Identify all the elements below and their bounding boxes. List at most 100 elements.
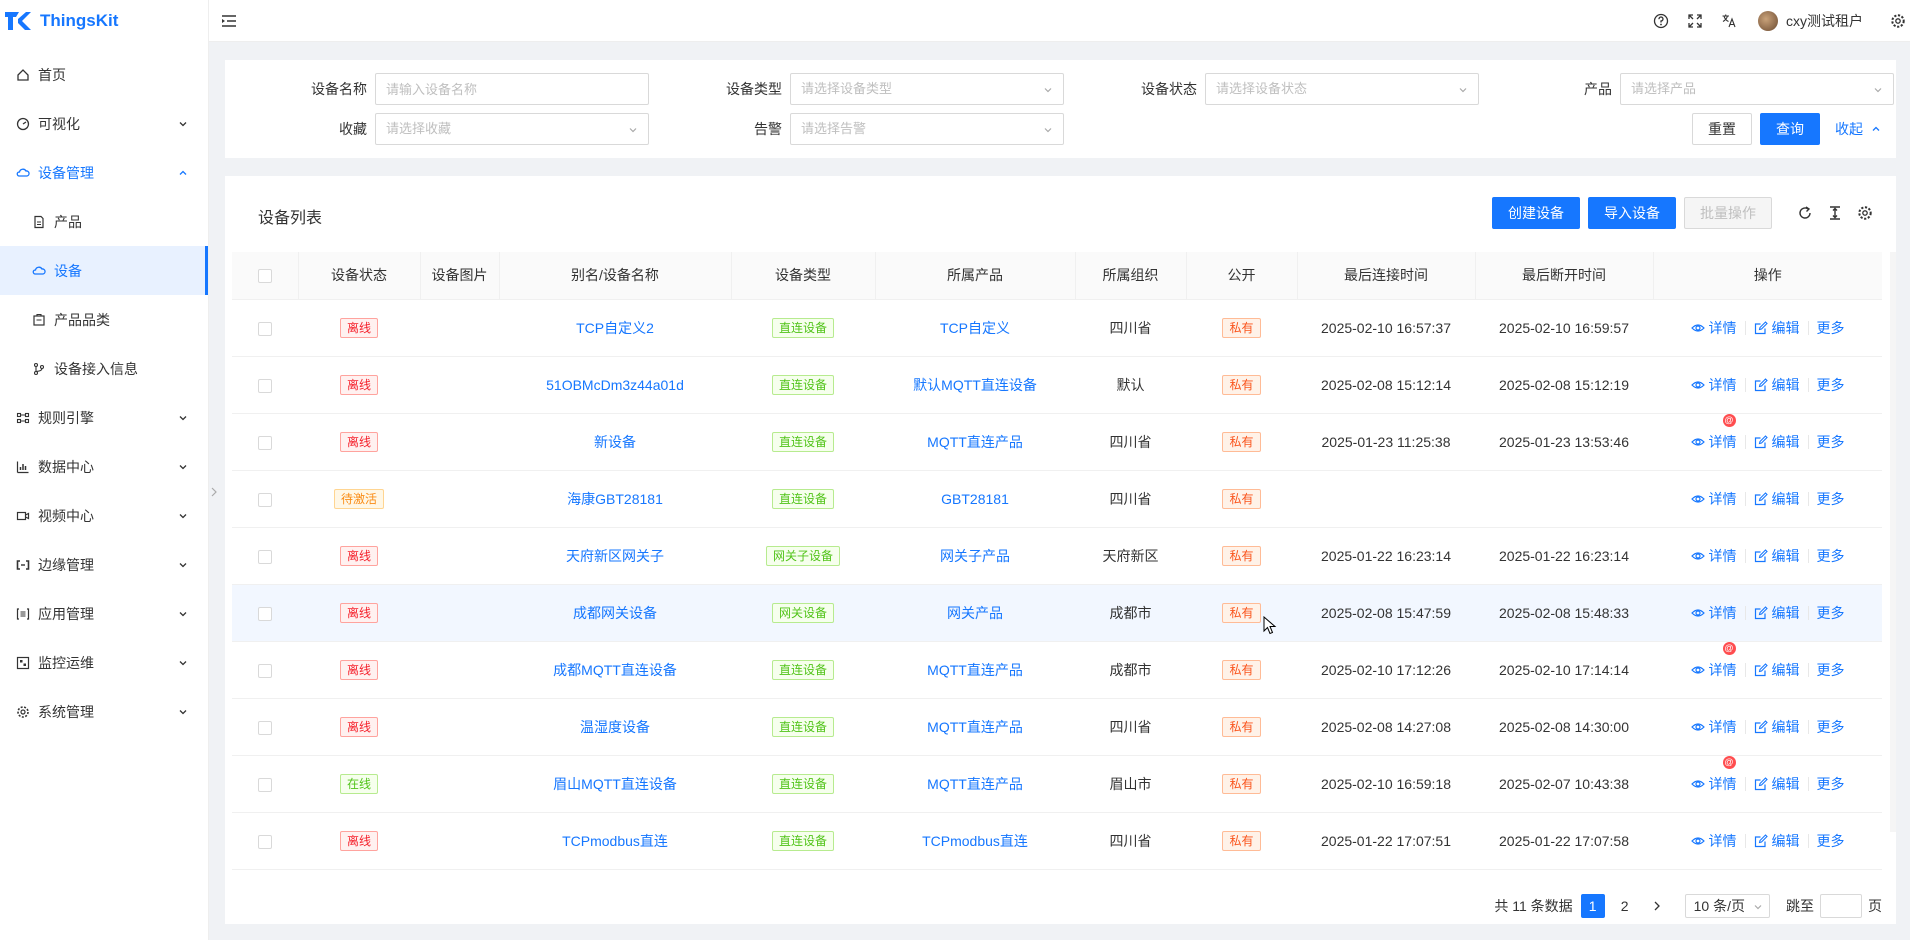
row-checkbox[interactable] — [258, 435, 272, 450]
question-circle-icon[interactable] — [1653, 13, 1669, 29]
edit-action[interactable]: 编辑 — [1754, 717, 1800, 737]
page-1-button[interactable]: 1 — [1580, 894, 1605, 918]
row-checkbox[interactable] — [258, 321, 272, 336]
sidebar-collapse-handle[interactable] — [209, 480, 219, 504]
fullscreen-icon[interactable] — [1687, 13, 1703, 29]
alarm-select[interactable]: 请选择告警 — [790, 113, 1064, 145]
menu-fold-icon[interactable] — [221, 13, 237, 29]
table-row[interactable]: 离线 温湿度设备 直连设备 MQTT直连产品 四川省 私有 2025-02-08 14:27… — [232, 698, 1882, 756]
device-name-link[interactable]: 成都网关设备 — [573, 605, 657, 621]
more-action[interactable]: 更多 — [1817, 318, 1845, 338]
product-select[interactable]: 请选择产品 — [1620, 73, 1894, 105]
settings-icon[interactable] — [1890, 13, 1906, 29]
column-header[interactable]: 最后连接时间 — [1297, 252, 1476, 300]
refresh-icon[interactable] — [1796, 204, 1814, 222]
device-name-link[interactable]: 51OBMcDm3z44a01d — [546, 377, 684, 393]
row-checkbox[interactable] — [258, 492, 272, 507]
edit-action[interactable]: 编辑 — [1754, 432, 1800, 452]
detail-action[interactable]: 详情 — [1690, 489, 1737, 509]
product-link[interactable]: 网关产品 — [947, 605, 1003, 621]
sidebar-item-device-access-info[interactable]: 设备接入信息 — [0, 344, 208, 393]
device-name-link[interactable]: 温湿度设备 — [580, 719, 650, 735]
sidebar-item-video-center[interactable]: 视频中心 — [0, 491, 208, 540]
detail-action[interactable]: 详情 — [1690, 603, 1737, 623]
device-name-link[interactable]: 天府新区网关子 — [566, 548, 664, 564]
column-height-icon[interactable] — [1826, 204, 1844, 222]
detail-action[interactable]: 详情 — [1690, 375, 1737, 395]
avatar[interactable] — [1758, 11, 1778, 31]
sidebar-item-home[interactable]: 首页 — [0, 50, 208, 99]
table-row[interactable]: 离线 新设备 直连设备 MQTT直连产品 四川省 私有 2025-01-23 11:25:3… — [232, 413, 1882, 471]
column-header[interactable]: 设备图片 — [420, 252, 500, 300]
query-button[interactable]: 查询 — [1760, 113, 1820, 145]
device-name-link[interactable]: 新设备 — [594, 434, 636, 450]
more-action[interactable]: 更多 — [1817, 831, 1845, 851]
more-action[interactable]: 更多 — [1817, 717, 1845, 737]
product-link[interactable]: MQTT直连产品 — [927, 662, 1023, 678]
column-header[interactable]: 设备状态 — [298, 252, 421, 300]
import-device-button[interactable]: 导入设备 — [1588, 197, 1676, 229]
product-link[interactable]: MQTT直连产品 — [927, 719, 1023, 735]
more-action[interactable]: 更多 — [1817, 546, 1845, 566]
next-page-button[interactable] — [1645, 894, 1669, 918]
more-action[interactable]: 更多 — [1817, 603, 1845, 623]
edit-action[interactable]: 编辑 — [1754, 489, 1800, 509]
favorite-select[interactable]: 请选择收藏 — [375, 113, 649, 145]
sidebar-item-rule-engine[interactable]: 规则引擎 — [0, 393, 208, 442]
sidebar-item-visualization[interactable]: 可视化 — [0, 99, 208, 148]
table-row[interactable]: 离线 成都网关设备 网关设备 网关产品 成都市 私有 2025-02-08 15:47:59… — [232, 584, 1882, 642]
table-row[interactable]: 离线 TCPmodbus直连 直连设备 TCPmodbus直连 四川省 私有 2025-01… — [232, 812, 1882, 870]
column-header[interactable]: 别名/设备名称 — [499, 252, 732, 300]
jump-page-input[interactable] — [1820, 894, 1862, 918]
more-action[interactable]: 更多 — [1817, 660, 1845, 680]
device-name-link[interactable]: 海康GBT28181 — [567, 491, 663, 507]
product-link[interactable]: TCP自定义 — [940, 320, 1010, 336]
table-row[interactable]: 在线 眉山MQTT直连设备 直连设备 MQTT直连产品 眉山市 私有 2025-02-10 … — [232, 755, 1882, 813]
row-checkbox[interactable] — [258, 663, 272, 678]
sidebar-item-system-management[interactable]: 系统管理 — [0, 687, 208, 736]
table-row[interactable]: 离线 天府新区网关子 网关子设备 网关子产品 天府新区 私有 2025-01-22 16:2… — [232, 527, 1882, 585]
more-action[interactable]: 更多 — [1817, 489, 1845, 509]
column-header[interactable]: 最后断开时间 — [1475, 252, 1654, 300]
sidebar-item-product-category[interactable]: 产品品类 — [0, 295, 208, 344]
device-type-select[interactable]: 请选择设备类型 — [790, 73, 1064, 105]
edit-action[interactable]: 编辑 — [1754, 774, 1800, 794]
table-row[interactable]: 离线 成都MQTT直连设备 直连设备 MQTT直连产品 成都市 私有 2025-02-10 … — [232, 641, 1882, 699]
product-link[interactable]: 网关子产品 — [940, 548, 1010, 564]
table-row[interactable]: 离线 TCP自定义2 直连设备 TCP自定义 四川省 私有 2025-02-10 16:57… — [232, 299, 1882, 357]
detail-action[interactable]: 详情 — [1690, 831, 1737, 851]
device-name-link[interactable]: TCPmodbus直连 — [562, 833, 668, 849]
column-header[interactable]: 所属组织 — [1075, 252, 1187, 300]
device-name-link[interactable]: TCP自定义2 — [576, 320, 654, 336]
translate-icon[interactable] — [1721, 13, 1737, 29]
row-checkbox[interactable] — [258, 834, 272, 849]
detail-action[interactable]: 详情 — [1690, 318, 1737, 338]
product-link[interactable]: GBT28181 — [941, 491, 1009, 507]
detail-action[interactable]: 详情 @ — [1690, 755, 1737, 794]
edit-action[interactable]: 编辑 — [1754, 318, 1800, 338]
create-device-button[interactable]: 创建设备 — [1492, 197, 1580, 229]
page-2-button[interactable]: 2 — [1613, 894, 1637, 918]
table-scrollbar[interactable] — [1890, 252, 1896, 832]
column-header[interactable]: 设备类型 — [731, 252, 876, 300]
edit-action[interactable]: 编辑 — [1754, 375, 1800, 395]
edit-action[interactable]: 编辑 — [1754, 603, 1800, 623]
product-link[interactable]: MQTT直连产品 — [927, 776, 1023, 792]
device-status-select[interactable]: 请选择设备状态 — [1205, 73, 1479, 105]
detail-action[interactable]: 详情 — [1690, 717, 1737, 737]
row-checkbox[interactable] — [258, 549, 272, 564]
username[interactable]: cxy测试租户 — [1786, 11, 1863, 31]
column-header[interactable]: 所属产品 — [875, 252, 1076, 300]
product-link[interactable]: 默认MQTT直连设备 — [913, 377, 1037, 393]
reset-button[interactable]: 重置 — [1692, 113, 1752, 145]
sidebar-item-device[interactable]: 设备 — [0, 246, 208, 295]
row-checkbox[interactable] — [258, 720, 272, 735]
more-action[interactable]: 更多 — [1817, 375, 1845, 395]
product-link[interactable]: MQTT直连产品 — [927, 434, 1023, 450]
row-checkbox[interactable] — [258, 777, 272, 792]
row-checkbox[interactable] — [258, 378, 272, 393]
more-action[interactable]: 更多 — [1817, 774, 1845, 794]
device-name-link[interactable]: 成都MQTT直连设备 — [553, 662, 677, 678]
sidebar-item-data-center[interactable]: 数据中心 — [0, 442, 208, 491]
sidebar-item-edge-management[interactable]: 边缘管理 — [0, 540, 208, 589]
